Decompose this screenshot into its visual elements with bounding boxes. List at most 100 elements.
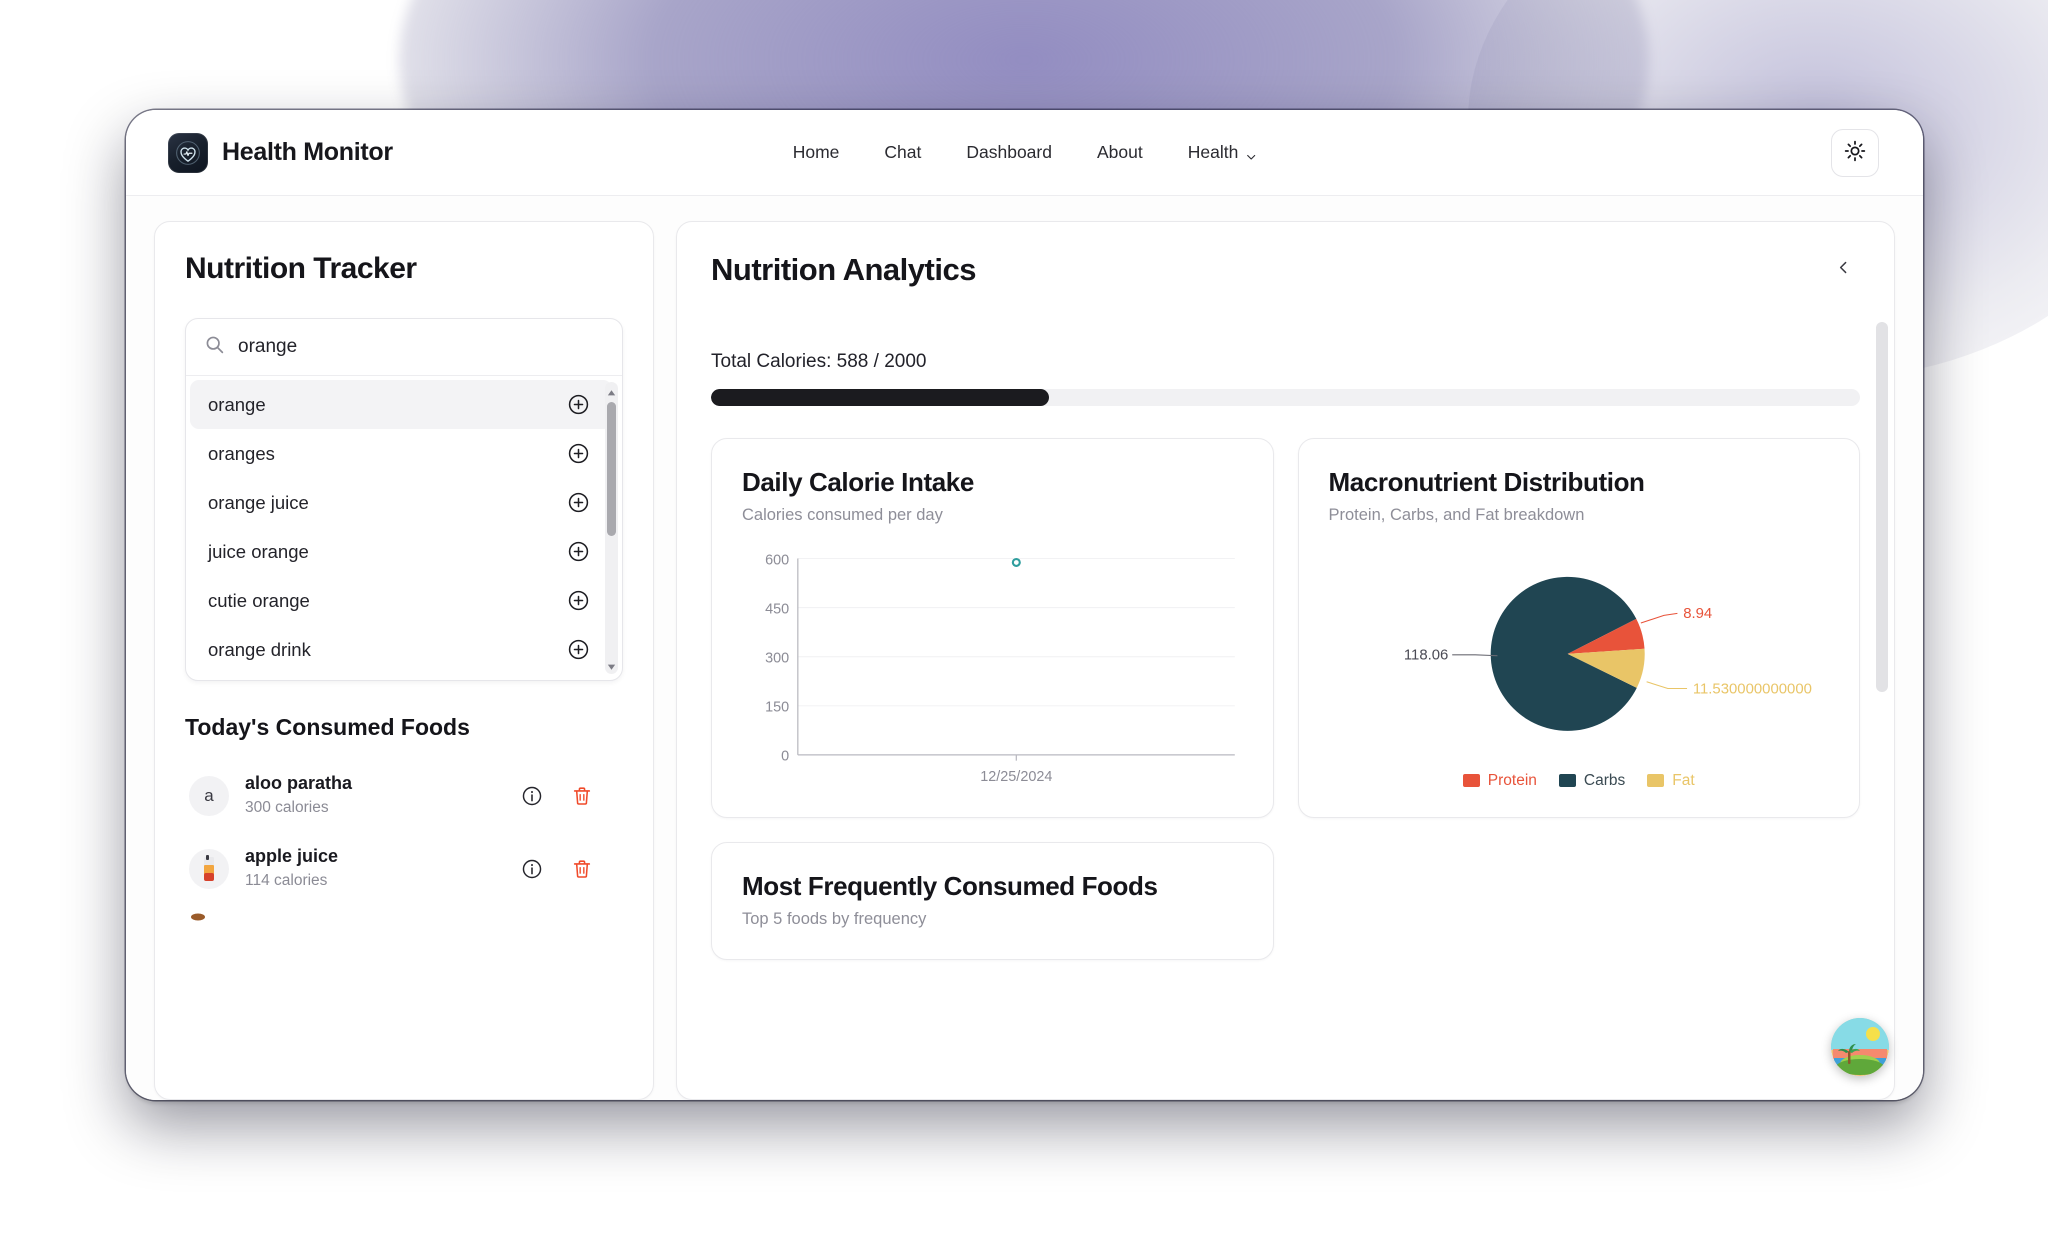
nav-link-home[interactable]: Home <box>793 142 840 163</box>
info-icon[interactable] <box>521 785 543 807</box>
line-chart: 600 450 300 150 0 12/25/2024 <box>742 547 1243 793</box>
chart-subtitle: Protein, Carbs, and Fat breakdown <box>1328 506 1585 524</box>
svg-text:300: 300 <box>765 651 789 667</box>
card-title: Most Frequently Consumed Foods <box>742 870 1158 901</box>
most-frequent-foods-card: Most Frequently Consumed Foods Top 5 foo… <box>711 841 1274 960</box>
suggestions-scrollbar[interactable] <box>605 382 618 674</box>
juice-glass-icon <box>204 854 214 881</box>
legend-label: Protein <box>1487 771 1537 789</box>
suggestion-label: juice orange <box>208 540 309 562</box>
data-point <box>1011 557 1021 568</box>
plus-circle-icon[interactable] <box>567 393 590 416</box>
macronutrient-distribution-card: Macronutrient Distribution Protein, Carb… <box>1297 438 1860 818</box>
brand-title: Health Monitor <box>222 138 393 166</box>
y-axis-tick-labels: 600 450 300 150 0 <box>765 552 789 764</box>
scroll-up-arrow-icon[interactable] <box>606 386 617 397</box>
svg-text:0: 0 <box>781 749 789 765</box>
suggestion-item-oranges[interactable]: oranges <box>190 429 612 478</box>
theme-toggle-button[interactable] <box>1831 128 1879 177</box>
svg-text:450: 450 <box>765 601 789 617</box>
pie-label-fat: 11.530000000000 <box>1692 681 1811 697</box>
avatar: a <box>189 775 229 816</box>
suggestion-label: oranges <box>208 442 275 464</box>
suggestion-label: cutie orange <box>208 589 310 611</box>
food-actions <box>521 858 615 880</box>
line-chart-svg: 600 450 300 150 0 12/25/2024 <box>765 552 1235 785</box>
nav-link-health[interactable]: Health <box>1188 142 1257 163</box>
chart-title: Daily Calorie Intake <box>742 467 974 497</box>
suggestion-item-orange-juice[interactable]: orange juice <box>190 478 612 527</box>
nav-links: Home Chat Dashboard About Health <box>793 142 1257 163</box>
suggestion-label: orange juice <box>208 491 309 513</box>
pie-label-protein: 8.94 <box>1683 606 1712 622</box>
food-actions <box>521 785 615 807</box>
heart-shield-logo-icon <box>168 132 208 173</box>
sun-icon <box>1844 140 1866 165</box>
consumed-food-row-partial <box>185 905 623 939</box>
suggestion-item-cutie-orange[interactable]: cutie orange <box>190 576 612 625</box>
nav-link-chat-label: Chat <box>884 142 922 162</box>
legend-swatch <box>1647 774 1665 788</box>
food-info: apple juice 114 calories <box>245 845 338 892</box>
suggestion-item-orange-drink[interactable]: orange drink <box>190 625 612 674</box>
search-suggestions-list: orange oranges orange juice juice orange… <box>186 375 622 680</box>
nav-link-dashboard[interactable]: Dashboard <box>966 142 1052 163</box>
svg-text:150: 150 <box>765 700 789 716</box>
plus-circle-icon[interactable] <box>567 491 590 514</box>
food-info: aloo paratha 300 calories <box>245 772 352 819</box>
pie-chart: 118.06 8.94 11.530000000000 Protein Carb… <box>1329 547 1830 790</box>
calorie-progress-bar <box>711 389 1860 406</box>
plus-circle-icon[interactable] <box>567 442 590 465</box>
suggestion-item-juice-orange[interactable]: juice orange <box>190 527 612 576</box>
scrollbar-thumb[interactable] <box>1876 322 1888 692</box>
search-input[interactable] <box>238 336 604 358</box>
legend-item-protein[interactable]: Protein <box>1462 771 1537 790</box>
suggestion-item-orange[interactable]: orange <box>190 380 612 429</box>
y-axis-gridlines <box>797 558 1235 707</box>
nutrition-tracker-panel: Nutrition Tracker orange orange oranges … <box>154 221 654 1100</box>
legend-item-carbs[interactable]: Carbs <box>1558 772 1625 790</box>
nav-link-health-label: Health <box>1187 142 1239 162</box>
plus-circle-icon[interactable] <box>567 589 590 612</box>
collapse-panel-button[interactable] <box>1826 252 1860 286</box>
island-avatar-icon[interactable] <box>1831 1018 1889 1076</box>
nav-link-about[interactable]: About <box>1097 142 1143 163</box>
analytics-title: Nutrition Analytics <box>711 252 976 287</box>
search-row <box>186 319 622 375</box>
leader-line-protein <box>1640 612 1677 624</box>
trash-icon[interactable] <box>571 785 593 807</box>
app-window: Health Monitor Home Chat Dashboard About… <box>126 110 1923 1100</box>
brand[interactable]: Health Monitor <box>168 132 393 173</box>
chevron-down-icon <box>1245 147 1256 160</box>
main-content: Nutrition Tracker orange orange oranges … <box>126 196 1923 1100</box>
legend-item-fat[interactable]: Fat <box>1647 771 1695 790</box>
food-calories: 300 calories <box>245 799 329 817</box>
pie-label-carbs: 118.06 <box>1403 648 1448 664</box>
plus-circle-icon[interactable] <box>567 638 590 661</box>
scroll-down-arrow-icon[interactable] <box>606 659 617 670</box>
page-title: Nutrition Tracker <box>185 252 417 285</box>
leader-line-carbs <box>1451 654 1497 657</box>
avatar-letter: a <box>204 785 214 805</box>
leader-line-fat <box>1645 681 1687 690</box>
trash-icon[interactable] <box>571 858 593 880</box>
info-icon[interactable] <box>521 858 543 880</box>
top-navigation-bar: Health Monitor Home Chat Dashboard About… <box>126 110 1923 196</box>
consumed-food-row: a aloo paratha 300 calories <box>185 759 623 832</box>
charts-grid: Daily Calorie Intake Calories consumed p… <box>711 438 1860 818</box>
suggestion-label: orange drink <box>208 638 311 660</box>
scrollbar-thumb[interactable] <box>607 402 616 536</box>
analytics-scrollbar[interactable] <box>1876 322 1888 1087</box>
suggestion-label: orange <box>208 393 266 415</box>
svg-text:600: 600 <box>765 552 789 568</box>
pie-chart-svg: 118.06 8.94 11.530000000000 <box>1403 576 1811 731</box>
legend-label: Fat <box>1672 771 1695 789</box>
chart-subtitle: Calories consumed per day <box>742 506 943 524</box>
food-name: aloo paratha <box>245 773 353 793</box>
consumed-foods-title: Today's Consumed Foods <box>185 714 470 740</box>
nav-link-chat[interactable]: Chat <box>884 142 921 163</box>
plus-circle-icon[interactable] <box>567 540 590 563</box>
legend-swatch <box>1462 774 1480 788</box>
x-axis-tick-label: 12/25/2024 <box>980 769 1052 785</box>
daily-calorie-intake-card: Daily Calorie Intake Calories consumed p… <box>711 438 1274 818</box>
